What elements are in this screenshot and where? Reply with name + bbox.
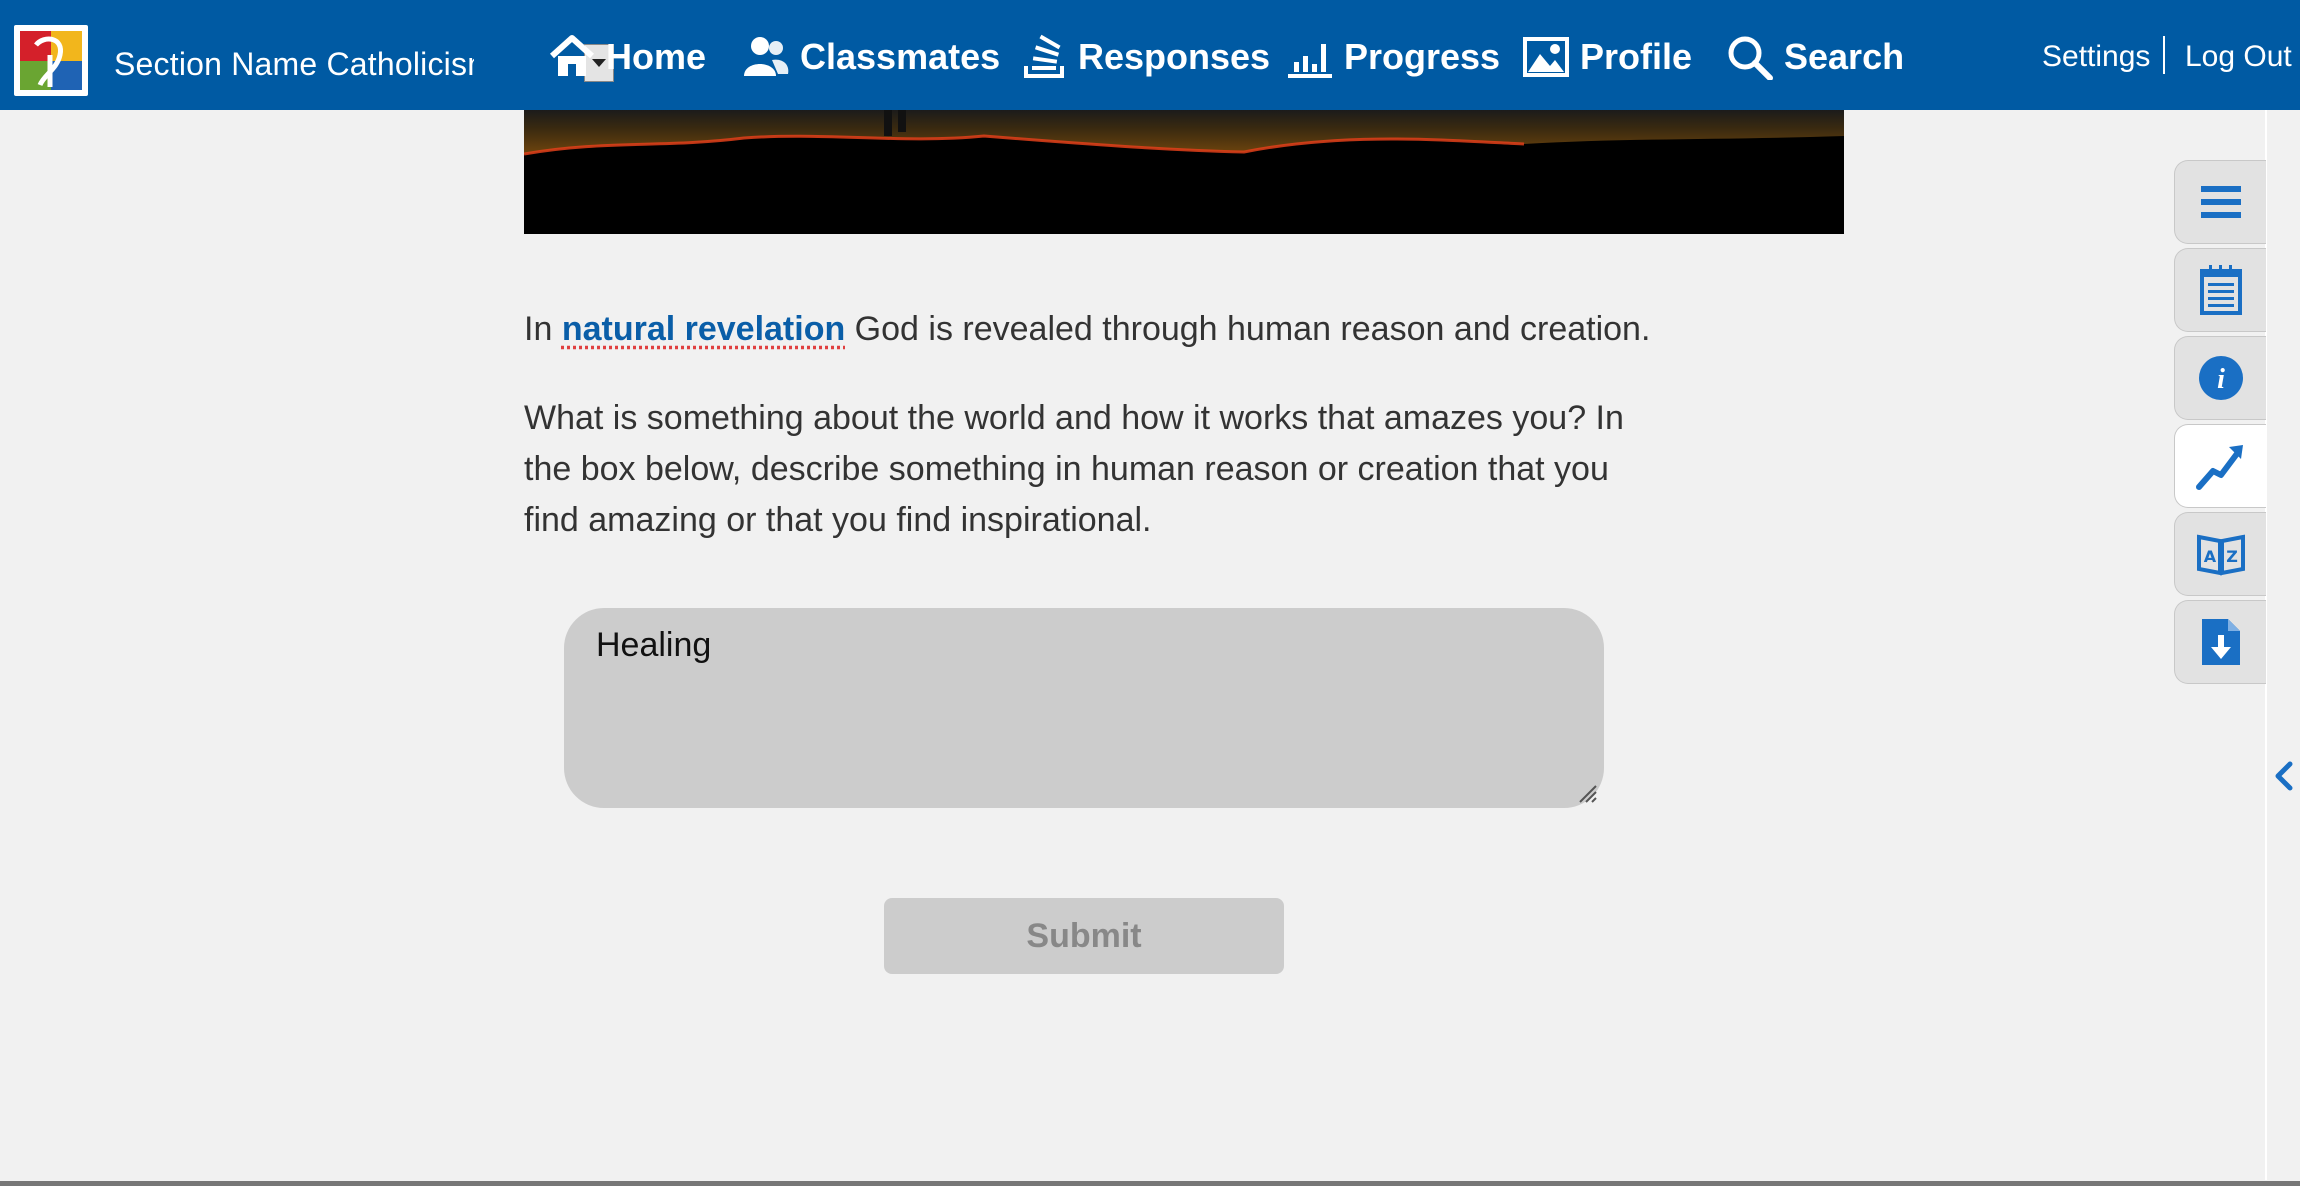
tool-notepad[interactable] (2174, 248, 2266, 332)
glossary-az-icon: AZ (2196, 534, 2245, 576)
lesson-content: In natural revelation God is revealed th… (524, 305, 1664, 539)
tool-info[interactable]: i (2174, 336, 2266, 420)
tool-menu[interactable] (2174, 160, 2266, 244)
nav-profile[interactable]: Profile (1522, 22, 1692, 92)
nav-classmates-label: Classmates (800, 36, 1001, 77)
logout-link[interactable]: Log Out (2185, 40, 2292, 74)
response-text: Healing (596, 626, 712, 664)
svg-text:Z: Z (2226, 547, 2238, 566)
nav-search[interactable]: Search (1726, 22, 1904, 92)
submit-label: Submit (1026, 916, 1142, 955)
header-divider (2163, 36, 2165, 74)
trend-arrow-icon (2195, 445, 2243, 490)
search-icon (1726, 33, 1774, 81)
notepad-icon (2199, 265, 2242, 315)
settings-link[interactable]: Settings (2042, 40, 2150, 74)
svg-text:i: i (2217, 364, 2225, 395)
tool-download[interactable] (2174, 600, 2266, 684)
classmates-icon (742, 33, 790, 81)
lesson-banner-image (524, 110, 1844, 234)
menu-icon (2200, 186, 2241, 218)
tool-progress-trend[interactable] (2174, 424, 2266, 508)
home-icon (548, 33, 596, 81)
nav-home[interactable]: Home (548, 22, 706, 92)
submit-button[interactable]: Submit (884, 898, 1284, 974)
intro-text-before: In (524, 310, 562, 348)
nav-responses[interactable]: Responses (1020, 22, 1270, 92)
collapse-panel-chevron-icon[interactable] (2270, 758, 2296, 794)
progress-icon (1286, 33, 1334, 81)
top-navigation-bar: Section Name Catholicism Home Classmates… (0, 0, 2300, 110)
profile-icon (1522, 33, 1570, 81)
nav-profile-label: Profile (1580, 36, 1693, 77)
glossary-term-link[interactable]: natural revelation (562, 310, 845, 348)
response-textarea[interactable]: Healing (564, 608, 1604, 808)
intro-text-after: God is revealed through human reason and… (845, 310, 1651, 348)
intro-paragraph: In natural revelation God is revealed th… (524, 305, 1664, 353)
tool-glossary[interactable]: AZ (2174, 512, 2266, 596)
info-icon: i (2198, 356, 2243, 400)
page-bottom-border (0, 1181, 2300, 1186)
app-logo[interactable] (14, 25, 88, 96)
section-name: Section Name Catholicism (114, 45, 474, 82)
section-select[interactable]: Section Name Catholicism (114, 44, 614, 84)
nav-search-label: Search (1784, 36, 1905, 77)
nav-classmates[interactable]: Classmates (742, 22, 1000, 92)
responses-icon (1020, 33, 1068, 81)
download-file-icon (2201, 619, 2240, 665)
nav-responses-label: Responses (1078, 36, 1271, 77)
resize-grip-icon[interactable] (1572, 778, 1598, 804)
logo-icon (20, 31, 82, 90)
nav-progress[interactable]: Progress (1286, 22, 1500, 92)
nav-home-label: Home (606, 36, 707, 77)
prompt-paragraph: What is something about the world and ho… (524, 399, 1624, 539)
svg-text:A: A (2203, 547, 2216, 566)
nav-progress-label: Progress (1344, 36, 1501, 77)
